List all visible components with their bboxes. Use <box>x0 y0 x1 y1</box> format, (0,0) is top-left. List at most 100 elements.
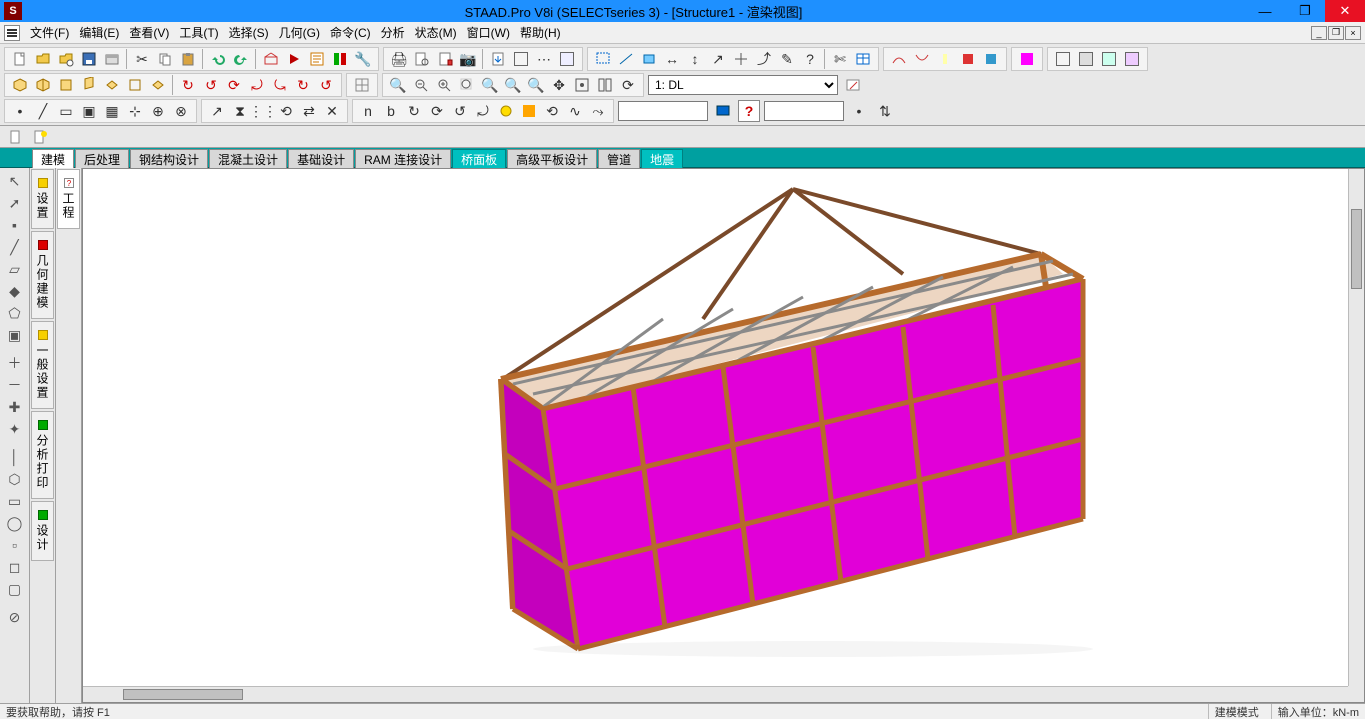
bottom-view-button[interactable] <box>147 74 169 96</box>
zoom-extents-button[interactable] <box>433 74 455 96</box>
render-button[interactable] <box>518 100 540 122</box>
mdi-restore-button[interactable]: ❐ <box>1328 26 1344 40</box>
page-setup-button[interactable] <box>6 127 26 147</box>
highlight-button[interactable] <box>495 100 517 122</box>
label-6-button[interactable]: ⤾ <box>472 100 494 122</box>
tab-concrete[interactable]: 混凝土设计 <box>209 149 287 168</box>
horizontal-scroll-thumb[interactable] <box>123 689 243 700</box>
misc-2-button[interactable] <box>1075 48 1097 70</box>
label-4-button[interactable]: ⟳ <box>426 100 448 122</box>
label-9-button[interactable]: ⤳ <box>587 100 609 122</box>
cut-button[interactable]: ✂ <box>131 48 153 70</box>
help-icon[interactable]: ? <box>799 48 821 70</box>
render-viewport[interactable] <box>82 168 1365 703</box>
vtab-design[interactable]: 设计 <box>31 501 54 561</box>
loadcase-edit-button[interactable] <box>842 74 864 96</box>
query-button[interactable]: ? <box>738 100 760 122</box>
minimize-button[interactable]: — <box>1245 0 1285 22</box>
run-button[interactable] <box>283 48 305 70</box>
tab-piping[interactable]: 管道 <box>598 149 640 168</box>
loadcase-select[interactable]: 1: DL <box>648 75 838 95</box>
quick-input[interactable] <box>618 101 708 121</box>
sel-box-button[interactable]: ▭ <box>2 490 28 512</box>
side-view-button[interactable] <box>78 74 100 96</box>
options-1-button[interactable] <box>510 48 532 70</box>
spin-button[interactable]: ↻ <box>292 74 314 96</box>
new-button[interactable] <box>9 48 31 70</box>
display-toggle-button[interactable] <box>712 100 734 122</box>
delete-button[interactable]: ✕ <box>321 100 343 122</box>
fit-button[interactable] <box>571 74 593 96</box>
increment-button[interactable]: ⇅ <box>874 100 896 122</box>
open-button[interactable] <box>32 48 54 70</box>
tab-steel[interactable]: 钢结构设计 <box>130 149 208 168</box>
copy-button[interactable] <box>154 48 176 70</box>
misc-1-button[interactable] <box>1052 48 1074 70</box>
zoom-dynamic-button[interactable]: 🔍 <box>479 74 501 96</box>
reverse-spin-button[interactable]: ↺ <box>315 74 337 96</box>
tab-modeling[interactable]: 建模 <box>32 149 74 168</box>
options-3-button[interactable] <box>556 48 578 70</box>
menu-select[interactable]: 选择(S) <box>225 24 273 41</box>
sel-misc2-button[interactable]: ◻ <box>2 556 28 578</box>
horizontal-scrollbar[interactable] <box>83 686 1348 702</box>
move-button[interactable]: ↗ <box>206 100 228 122</box>
undo-button[interactable] <box>207 48 229 70</box>
sel-poly-button[interactable]: ⬡ <box>2 468 28 490</box>
orient-button[interactable]: ⤴ <box>753 48 775 70</box>
front-view-button[interactable] <box>55 74 77 96</box>
plate-tool-button[interactable] <box>638 48 660 70</box>
dimension-all-button[interactable] <box>730 48 752 70</box>
mirror-button[interactable]: ⧗ <box>229 100 251 122</box>
misc-3-button[interactable] <box>1098 48 1120 70</box>
back-view-button[interactable] <box>124 74 146 96</box>
menu-window[interactable]: 窗口(W) <box>463 24 514 41</box>
snap-button[interactable]: ⊹ <box>124 100 146 122</box>
label-7-button[interactable]: ⟲ <box>541 100 563 122</box>
vtab-settings[interactable]: 设置 <box>31 169 54 229</box>
menu-file[interactable]: 文件(F) <box>26 24 73 41</box>
tab-advslab[interactable]: 高级平板设计 <box>507 149 597 168</box>
print-preview-button[interactable] <box>411 48 433 70</box>
save-button[interactable] <box>78 48 100 70</box>
app-menu-icon[interactable] <box>4 25 20 41</box>
print-button[interactable]: 🖨 <box>388 48 410 70</box>
options-2-button[interactable]: ⋯ <box>533 48 555 70</box>
sel-cross-button[interactable]: ✚ <box>2 396 28 418</box>
redo-button[interactable] <box>230 48 252 70</box>
vtab-project[interactable]: ?工程 <box>57 169 80 229</box>
menu-help[interactable]: 帮助(H) <box>516 24 565 41</box>
dimension-x-button[interactable]: ↔ <box>661 48 683 70</box>
rotate-x-button[interactable]: ↻ <box>177 74 199 96</box>
vtab-analysis-print[interactable]: 分析打印 <box>31 411 54 499</box>
snapshot-button[interactable]: 📷 <box>457 48 479 70</box>
zoom-all-button[interactable]: 🔍 <box>525 74 547 96</box>
surface-button[interactable]: ▭ <box>55 100 77 122</box>
rotate-free-button[interactable]: ⤾ <box>246 74 268 96</box>
sel-star-button[interactable]: ✦ <box>2 418 28 440</box>
close-button[interactable]: ✕ <box>1325 0 1365 22</box>
zoom-prev-button[interactable]: 🔍 <box>502 74 524 96</box>
sel-all-button[interactable]: ▣ <box>2 324 28 346</box>
sel-misc1-button[interactable]: ▫ <box>2 534 28 556</box>
translate-button[interactable]: ⇄ <box>298 100 320 122</box>
archive-button[interactable] <box>101 48 123 70</box>
rotate-up-button[interactable]: ⤿ <box>269 74 291 96</box>
annotate-button[interactable]: ✎ <box>776 48 798 70</box>
sel-cursor-button[interactable]: ↖ <box>2 170 28 192</box>
sel-line-button[interactable]: │ <box>2 446 28 468</box>
sel-misc3-button[interactable]: ▢ <box>2 578 28 600</box>
diagram-4-button[interactable] <box>957 48 979 70</box>
editor-button[interactable] <box>306 48 328 70</box>
sel-node-button[interactable]: ▪ <box>2 214 28 236</box>
diagram-5-button[interactable] <box>980 48 1002 70</box>
export-button[interactable] <box>487 48 509 70</box>
ortho-button[interactable]: ⊕ <box>147 100 169 122</box>
zoom-out-button[interactable] <box>410 74 432 96</box>
menu-commands[interactable]: 命令(C) <box>326 24 375 41</box>
member-button[interactable]: ╱ <box>32 100 54 122</box>
diagram-2-button[interactable] <box>911 48 933 70</box>
vertical-scrollbar[interactable] <box>1348 169 1364 686</box>
node-button[interactable]: • <box>9 100 31 122</box>
menu-tools[interactable]: 工具(T) <box>175 24 222 41</box>
